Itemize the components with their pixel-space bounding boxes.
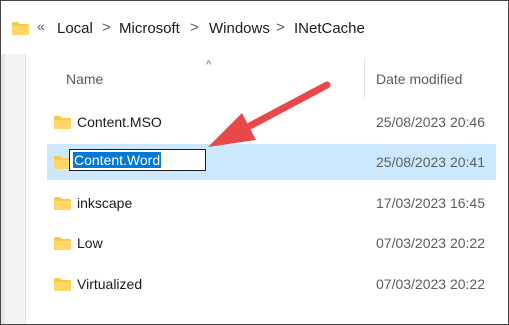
folder-icon	[11, 21, 30, 41]
list-item[interactable]: inkscape 17/03/2023 16:45	[47, 185, 508, 221]
breadcrumb-item-inetcache[interactable]: INetCache	[294, 20, 365, 37]
breadcrumb-item-local[interactable]: Local	[57, 20, 93, 37]
file-date-modified: 17/03/2023 16:45	[376, 195, 485, 211]
breadcrumb-separator-icon[interactable]: >	[190, 19, 199, 36]
list-item[interactable]: Content.MSO 25/08/2023 20:46	[47, 104, 508, 140]
file-name: Low	[77, 235, 103, 251]
column-divider[interactable]	[364, 59, 365, 99]
navigation-pane-edge	[1, 54, 5, 324]
file-date-modified: 07/03/2023 20:22	[376, 235, 485, 251]
breadcrumb-overflow-icon[interactable]: «	[37, 18, 45, 34]
breadcrumb-separator-icon[interactable]: >	[102, 19, 111, 36]
sort-ascending-icon: ^	[206, 59, 212, 71]
breadcrumb-item-microsoft[interactable]: Microsoft	[119, 20, 180, 37]
folder-icon	[53, 236, 72, 256]
list-item[interactable]: Virtualized 07/03/2023 20:22	[47, 266, 508, 302]
list-item[interactable]: Low 07/03/2023 20:22	[47, 225, 508, 261]
breadcrumb-item-windows[interactable]: Windows	[209, 20, 270, 37]
file-date-modified: 25/08/2023 20:46	[376, 114, 485, 130]
file-name: inkscape	[77, 195, 133, 211]
rename-input[interactable]: Content.Word	[69, 149, 206, 171]
breadcrumb-separator-icon[interactable]: >	[276, 19, 285, 36]
file-explorer-window: « Local > Microsoft > Windows > INetCach…	[0, 0, 509, 325]
rename-selected-text[interactable]: Content.Word	[73, 152, 162, 168]
folder-icon	[53, 277, 72, 297]
vertical-scrollbar[interactable]	[496, 54, 508, 324]
file-date-modified: 07/03/2023 20:22	[376, 276, 485, 292]
file-name: Virtualized	[77, 276, 143, 292]
column-header-date-modified[interactable]: Date modified	[376, 71, 462, 87]
column-header-name[interactable]: Name	[66, 71, 103, 87]
file-date-modified: 25/08/2023 20:41	[376, 154, 485, 170]
file-name: Content.MSO	[77, 114, 162, 130]
address-bar[interactable]: « Local > Microsoft > Windows > INetCach…	[1, 1, 508, 54]
folder-icon	[53, 196, 72, 216]
folder-icon	[53, 115, 72, 135]
navigation-pane[interactable]	[1, 54, 26, 324]
list-item-selected[interactable]: Content.Word 25/08/2023 20:41	[47, 144, 508, 180]
